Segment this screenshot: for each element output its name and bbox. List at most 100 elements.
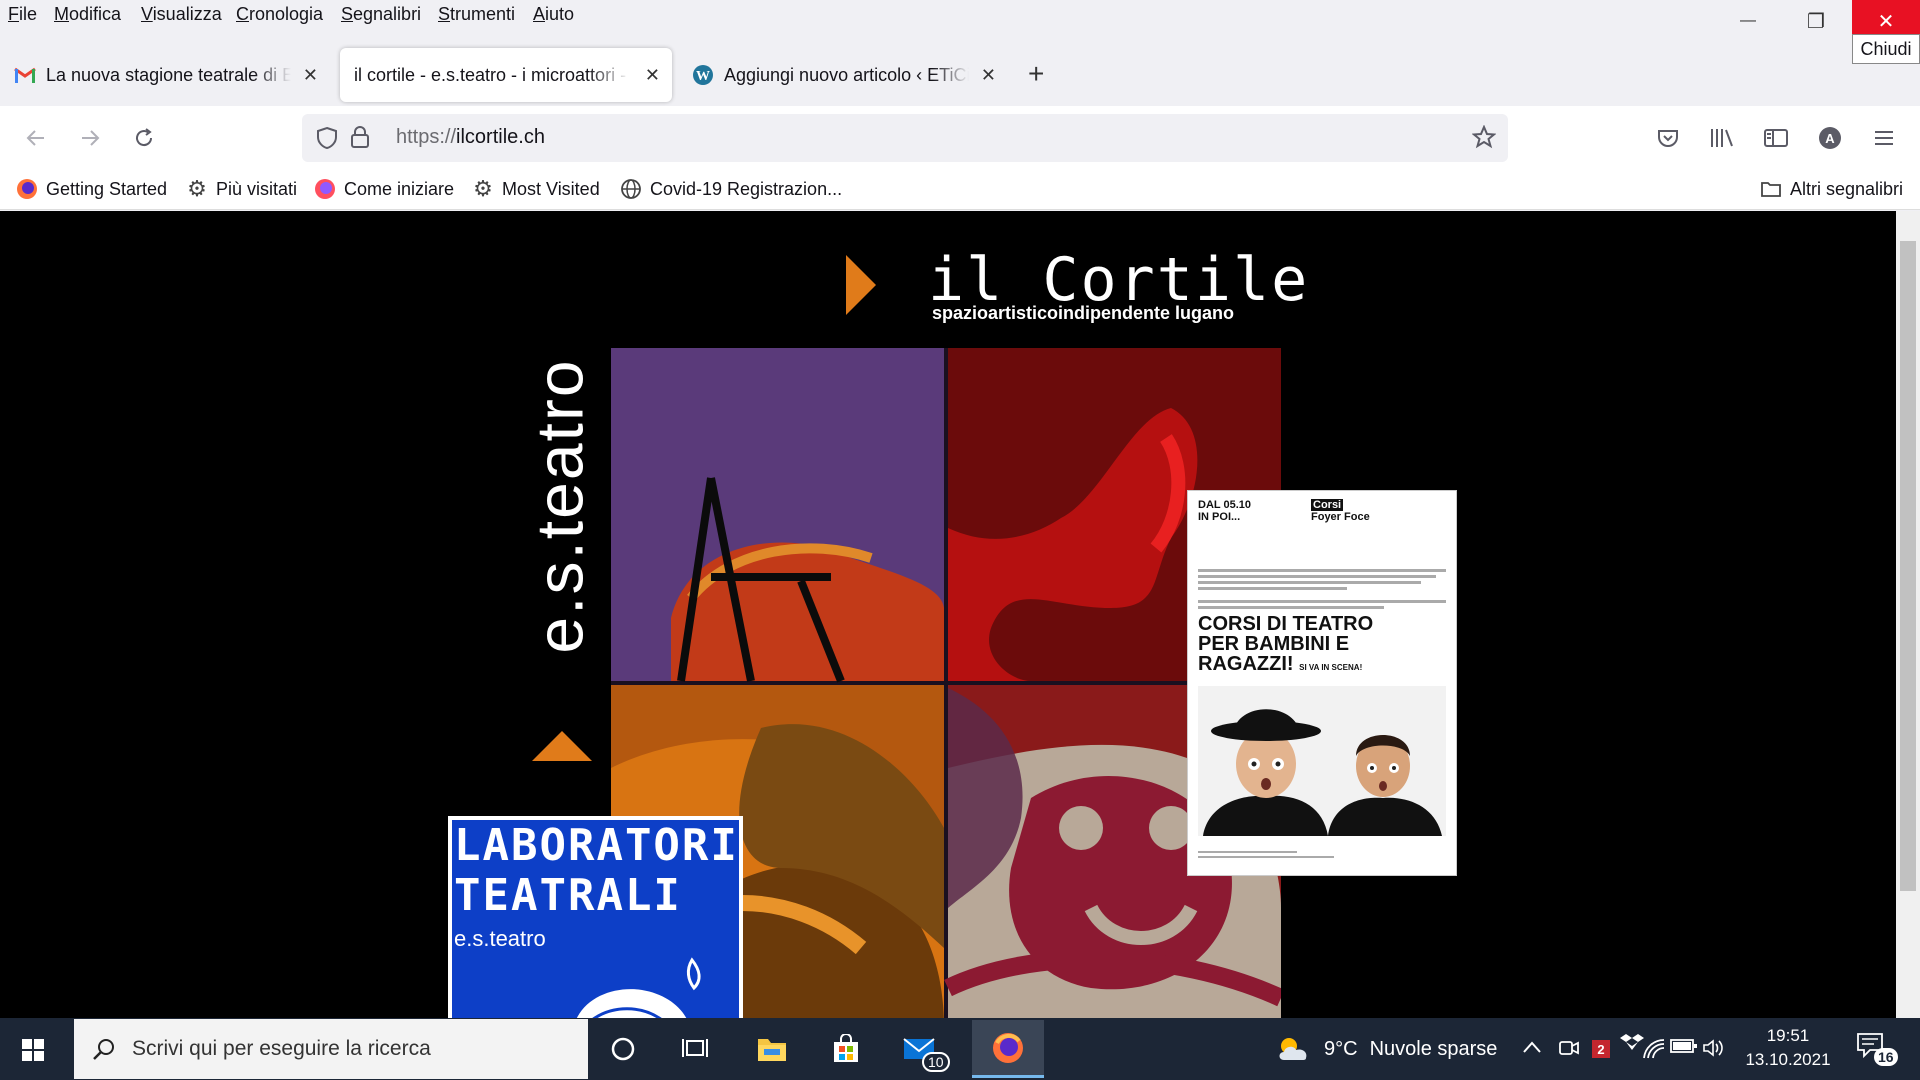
lab-card-line1: LABORATORI bbox=[454, 820, 739, 871]
poster-date-line1: DAL 05.10 bbox=[1198, 499, 1251, 511]
gear-icon: ⚙ bbox=[473, 176, 493, 201]
logo-arrow-icon bbox=[846, 255, 876, 315]
tab-close-icon[interactable]: ✕ bbox=[645, 65, 660, 86]
svg-text:A: A bbox=[1825, 131, 1835, 146]
taskbar-clock[interactable]: 19:51 13.10.2021 bbox=[1740, 1024, 1836, 1072]
battery-icon[interactable] bbox=[1668, 1038, 1698, 1059]
cortana-icon[interactable] bbox=[604, 1030, 642, 1068]
bookmark-piu-visitati[interactable]: ⚙ Più visitati bbox=[186, 176, 297, 201]
lab-card-subtitle: e.s.teatro bbox=[454, 926, 546, 951]
pocket-icon[interactable] bbox=[1654, 124, 1682, 152]
poster-category-1: Corsi bbox=[1311, 499, 1344, 511]
poster-date-line2: IN POI... bbox=[1198, 511, 1241, 523]
minimize-button[interactable]: — bbox=[1716, 0, 1780, 42]
navigation-bar: https://ilcortile.ch A bbox=[0, 106, 1920, 170]
scrollbar-thumb[interactable] bbox=[1900, 241, 1916, 891]
other-bookmarks[interactable]: Altri segnalibri bbox=[1760, 178, 1903, 200]
tray-chevron-up-icon[interactable] bbox=[1522, 1038, 1542, 1059]
mail-icon[interactable]: 10 bbox=[900, 1030, 950, 1072]
tab-close-icon[interactable]: ✕ bbox=[981, 65, 996, 86]
close-icon: ✕ bbox=[1877, 10, 1895, 33]
tab-ilcortile[interactable]: il cortile - e.s.teatro - i microattori … bbox=[340, 48, 672, 102]
clock-time: 19:51 bbox=[1766, 1026, 1810, 1045]
back-icon[interactable] bbox=[22, 124, 50, 152]
weather-cloud-icon bbox=[1279, 1038, 1307, 1060]
menu-bar: File Modifica Visualizza Cronologia Segn… bbox=[0, 0, 1920, 42]
corsi-teatro-poster[interactable]: DAL 05.10 IN POI... Corsi Foyer Foce COR… bbox=[1187, 490, 1457, 876]
brand-triangle-icon bbox=[532, 731, 592, 761]
vertical-brand[interactable]: e.s.teatro bbox=[520, 331, 600, 681]
firefox-icon bbox=[993, 1032, 1023, 1063]
reload-icon[interactable] bbox=[130, 124, 158, 152]
forward-icon[interactable] bbox=[76, 124, 104, 152]
svg-text:W: W bbox=[696, 69, 710, 84]
menu-segnalibri[interactable]: Segnalibri bbox=[341, 4, 421, 25]
lab-card-line2: TEATRALI bbox=[454, 870, 682, 921]
firefox-icon bbox=[314, 178, 336, 200]
menu-strumenti[interactable]: Strumenti bbox=[438, 4, 515, 25]
url-bar[interactable]: https://ilcortile.ch bbox=[302, 114, 1508, 162]
tab-bar: La nuova stagione teatrale di En ✕ il co… bbox=[0, 42, 1920, 106]
bookmark-covid[interactable]: Covid-19 Registrazion... bbox=[620, 178, 842, 200]
tab-close-icon[interactable]: ✕ bbox=[303, 65, 318, 86]
task-view-icon[interactable] bbox=[676, 1030, 714, 1068]
poster-body-text bbox=[1198, 569, 1446, 612]
firefox-icon bbox=[16, 178, 38, 200]
url-text[interactable]: https://ilcortile.ch bbox=[396, 126, 545, 149]
minimize-icon: — bbox=[1740, 12, 1756, 29]
store-icon[interactable] bbox=[827, 1030, 865, 1068]
tab-gmail[interactable]: La nuova stagione teatrale di En ✕ bbox=[0, 48, 330, 102]
poster-footer bbox=[1198, 851, 1446, 861]
shield-icon[interactable] bbox=[316, 126, 338, 155]
clock-date: 13.10.2021 bbox=[1745, 1050, 1831, 1069]
bookmarks-toolbar: Getting Started ⚙ Più visitati Come iniz… bbox=[0, 170, 1920, 210]
bookmark-getting-started[interactable]: Getting Started bbox=[16, 178, 167, 200]
menu-file[interactable]: File bbox=[8, 4, 37, 25]
meet-now-icon[interactable] bbox=[1558, 1038, 1580, 1063]
page-content: il Cortile spazioartisticoindipendente l… bbox=[0, 211, 1896, 1018]
account-icon[interactable]: A bbox=[1816, 124, 1844, 152]
notification-count: 16 bbox=[1874, 1048, 1898, 1066]
library-icon[interactable] bbox=[1708, 124, 1736, 152]
taskbar-search-placeholder: Scrivi qui per eseguire la ricerca bbox=[132, 1037, 431, 1060]
gmail-icon bbox=[14, 64, 36, 86]
folder-icon bbox=[1760, 178, 1782, 200]
menu-visualizza[interactable]: Visualizza bbox=[141, 4, 222, 25]
laboratori-teatrali-card[interactable]: LABORATORI TEATRALI e.s.teatro bbox=[448, 816, 743, 1018]
weather-desc: Nuvole sparse bbox=[1369, 1037, 1498, 1060]
firefox-taskbar-button[interactable] bbox=[972, 1020, 1044, 1078]
close-tooltip: Chiudi bbox=[1852, 34, 1920, 64]
bookmark-most-visited[interactable]: ⚙ Most Visited bbox=[472, 176, 600, 201]
lab-card-drawing-icon bbox=[577, 957, 701, 1018]
globe-icon bbox=[620, 178, 642, 200]
restore-icon: ❐ bbox=[1807, 10, 1825, 33]
bookmark-come-iniziare[interactable]: Come iniziare bbox=[314, 178, 454, 200]
notification-center-icon[interactable]: 16 bbox=[1856, 1032, 1898, 1066]
weather-widget[interactable]: 9°C Nuvole sparse bbox=[1276, 1034, 1497, 1064]
search-icon bbox=[93, 1039, 114, 1060]
page-scrollbar[interactable] bbox=[1896, 211, 1920, 1018]
wordpress-icon: W bbox=[692, 64, 714, 86]
file-explorer-icon[interactable] bbox=[753, 1030, 791, 1068]
mail-badge: 10 bbox=[922, 1052, 950, 1072]
tab-wordpress[interactable]: W Aggiungi nuovo articolo ‹ ETiCin ✕ bbox=[678, 48, 1008, 102]
volume-icon[interactable] bbox=[1702, 1038, 1726, 1063]
lock-icon[interactable] bbox=[350, 125, 370, 154]
bookmark-star-icon[interactable] bbox=[1471, 124, 1497, 154]
restore-button[interactable]: ❐ bbox=[1784, 0, 1848, 42]
windows-start-icon[interactable] bbox=[22, 1039, 44, 1061]
poster-category-2: Foyer Foce bbox=[1311, 511, 1370, 523]
gear-icon: ⚙ bbox=[187, 176, 207, 201]
menu-modifica[interactable]: Modifica bbox=[54, 4, 121, 25]
wifi-icon[interactable] bbox=[1632, 1038, 1666, 1065]
weather-temp: 9°C bbox=[1324, 1037, 1358, 1060]
site-logo-subtitle: spazioartisticoindipendente lugano bbox=[932, 303, 1235, 323]
poster-title: CORSI DI TEATRO PER BAMBINI E RAGAZZI! S… bbox=[1198, 613, 1374, 675]
sidebar-icon[interactable] bbox=[1762, 124, 1790, 152]
windows-taskbar: Scrivi qui per eseguire la ricerca 10 9°… bbox=[0, 1018, 1920, 1080]
menu-aiuto[interactable]: Aiuto bbox=[533, 4, 574, 25]
new-tab-button[interactable]: + bbox=[1028, 58, 1044, 90]
hamburger-menu-icon[interactable] bbox=[1870, 124, 1898, 152]
menu-cronologia[interactable]: Cronologia bbox=[236, 4, 323, 25]
taskbar-search-box[interactable]: Scrivi qui per eseguire la ricerca bbox=[74, 1019, 588, 1079]
